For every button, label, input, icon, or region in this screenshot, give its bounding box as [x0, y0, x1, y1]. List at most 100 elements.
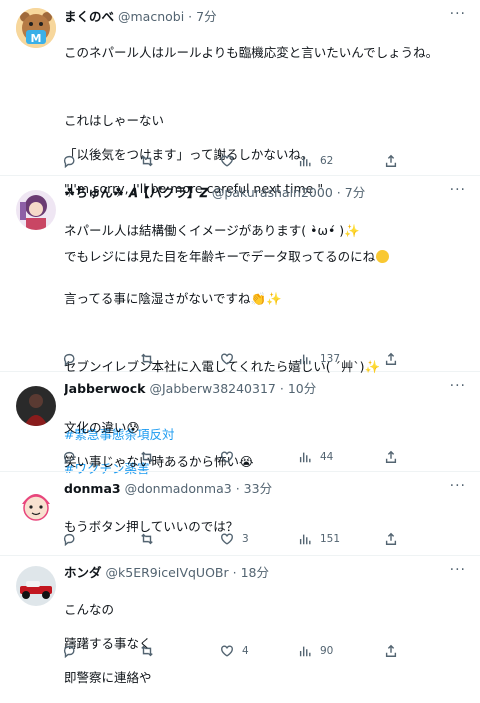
- display-name[interactable]: donma3: [64, 481, 121, 496]
- share-icon: [385, 352, 397, 365]
- share-icon: [385, 532, 397, 545]
- like-button[interactable]: [220, 448, 242, 466]
- more-icon[interactable]: ···: [450, 478, 466, 494]
- reply-button[interactable]: [62, 530, 84, 548]
- like-icon: [221, 451, 233, 463]
- tweet-5[interactable]: ホンダ @k5ER9iceIVqUOBr · 18分 ··· こんなの 躊躇する…: [0, 556, 480, 685]
- tweet-3[interactable]: Jabberwock @Jabberw38240317 · 10分 ··· 文化…: [0, 372, 480, 472]
- timestamp[interactable]: 7分: [345, 185, 365, 200]
- like-button[interactable]: 4: [220, 642, 249, 660]
- share-icon: [385, 154, 397, 167]
- like-icon: [221, 533, 233, 545]
- action-bar: 137: [62, 350, 412, 368]
- tweet-header: Jabberwock @Jabberw38240317 · 10分: [64, 381, 440, 397]
- like-icon: [221, 155, 233, 167]
- display-name[interactable]: ホンダ: [64, 565, 102, 580]
- share-icon: [385, 450, 397, 463]
- views-button[interactable]: 137: [298, 350, 340, 368]
- timestamp[interactable]: 18分: [241, 565, 269, 580]
- views-button[interactable]: 44: [298, 448, 333, 466]
- text-line: 即警察に連絡や: [64, 670, 152, 685]
- timestamp[interactable]: 10分: [288, 381, 316, 396]
- tweet-header: まくのべ @macnobi · 7分: [64, 9, 440, 25]
- retweet-button[interactable]: [140, 448, 162, 466]
- reply-icon: [63, 451, 75, 464]
- text-line: このネパール人はルールよりも臨機応変と言いたいんでしょうね。: [64, 45, 439, 60]
- text-line: [64, 256, 466, 273]
- views-icon: [299, 534, 311, 545]
- reply-button[interactable]: [62, 448, 84, 466]
- handle[interactable]: @pakurashain2000: [212, 185, 333, 200]
- reply-button[interactable]: [62, 350, 84, 368]
- handle[interactable]: @k5ER9iceIVqUOBr: [106, 565, 229, 580]
- reply-button[interactable]: [62, 642, 84, 660]
- share-button[interactable]: [384, 350, 398, 368]
- retweet-icon: [141, 533, 153, 545]
- share-icon: [385, 644, 397, 657]
- display-name[interactable]: Jabberwock: [64, 381, 145, 396]
- avatar[interactable]: [16, 486, 56, 526]
- text-line: 文化の違い😰: [64, 420, 140, 435]
- handle[interactable]: @donmadonma3: [125, 481, 232, 496]
- view-count: 151: [320, 533, 341, 545]
- cartoon-face-avatar-icon: [16, 486, 56, 526]
- text-line: 言ってる事に陰湿さがないですね👏✨: [64, 291, 282, 306]
- share-button[interactable]: [384, 642, 398, 660]
- text-line: これはしゃーない: [64, 113, 165, 128]
- bear-avatar-icon: M: [16, 8, 56, 48]
- avatar[interactable]: [16, 566, 56, 606]
- display-name[interactable]: ☘ちゅん☘ 𝑨【パクラ】𝒁: [64, 185, 208, 200]
- more-icon[interactable]: ···: [450, 562, 466, 578]
- retweet-icon: [141, 451, 153, 463]
- like-count: 3: [242, 533, 249, 545]
- retweet-button[interactable]: [140, 530, 162, 548]
- share-button[interactable]: [384, 448, 398, 466]
- views-button[interactable]: 151: [298, 530, 340, 548]
- share-button[interactable]: [384, 530, 398, 548]
- reply-icon: [63, 645, 75, 658]
- tweet-1[interactable]: M まくのべ @macnobi · 7分 ··· このネパール人はルールよりも臨…: [0, 0, 480, 264]
- view-count: 90: [320, 645, 334, 657]
- share-button[interactable]: [384, 152, 398, 170]
- dark-figure-avatar-icon: [16, 386, 56, 426]
- text-line: ネパール人は結構働くイメージがあります( •̀ω•́ )✨: [64, 223, 360, 238]
- avatar[interactable]: [16, 386, 56, 426]
- svg-text:M: M: [31, 32, 42, 45]
- display-name[interactable]: まくのべ: [64, 9, 114, 24]
- timestamp[interactable]: 7分: [196, 9, 216, 24]
- text-line: [64, 78, 466, 95]
- view-count: 44: [320, 451, 334, 463]
- like-button[interactable]: [220, 350, 242, 368]
- tweet-header: donma3 @donmadonma3 · 33分: [64, 481, 440, 497]
- views-icon: [299, 646, 311, 657]
- action-bar: 44: [62, 448, 412, 466]
- like-button[interactable]: [220, 152, 242, 170]
- tweet-2[interactable]: ☘ちゅん☘ 𝑨【パクラ】𝒁 @pakurashain2000 · 7分 ··· …: [0, 176, 480, 476]
- retweet-button[interactable]: [140, 642, 162, 660]
- separator: ·: [188, 9, 193, 24]
- text-line: [64, 324, 466, 341]
- tweet-4[interactable]: donma3 @donmadonma3 · 33分 ··· もうボタン押していい…: [0, 472, 480, 556]
- race-car-avatar-icon: [16, 566, 56, 606]
- timestamp[interactable]: 33分: [244, 481, 272, 496]
- handle[interactable]: @macnobi: [118, 9, 184, 24]
- retweet-button[interactable]: [140, 152, 162, 170]
- reply-button[interactable]: [62, 152, 84, 170]
- like-count: 4: [242, 645, 249, 657]
- tweet-header: ホンダ @k5ER9iceIVqUOBr · 18分: [64, 565, 440, 581]
- handle[interactable]: @Jabberw38240317: [149, 381, 275, 396]
- avatar[interactable]: [16, 190, 56, 230]
- action-bar: 3 151: [62, 530, 412, 548]
- like-icon: [221, 645, 233, 657]
- retweet-icon: [141, 155, 153, 167]
- reply-icon: [63, 353, 75, 366]
- views-button[interactable]: 62: [298, 152, 333, 170]
- action-bar: 4 90: [62, 642, 412, 660]
- like-button[interactable]: 3: [220, 530, 249, 548]
- retweet-button[interactable]: [140, 350, 162, 368]
- more-icon[interactable]: ···: [450, 182, 466, 198]
- more-icon[interactable]: ···: [450, 378, 466, 394]
- more-icon[interactable]: ···: [450, 6, 466, 22]
- views-button[interactable]: 90: [298, 642, 333, 660]
- avatar[interactable]: M: [16, 8, 56, 48]
